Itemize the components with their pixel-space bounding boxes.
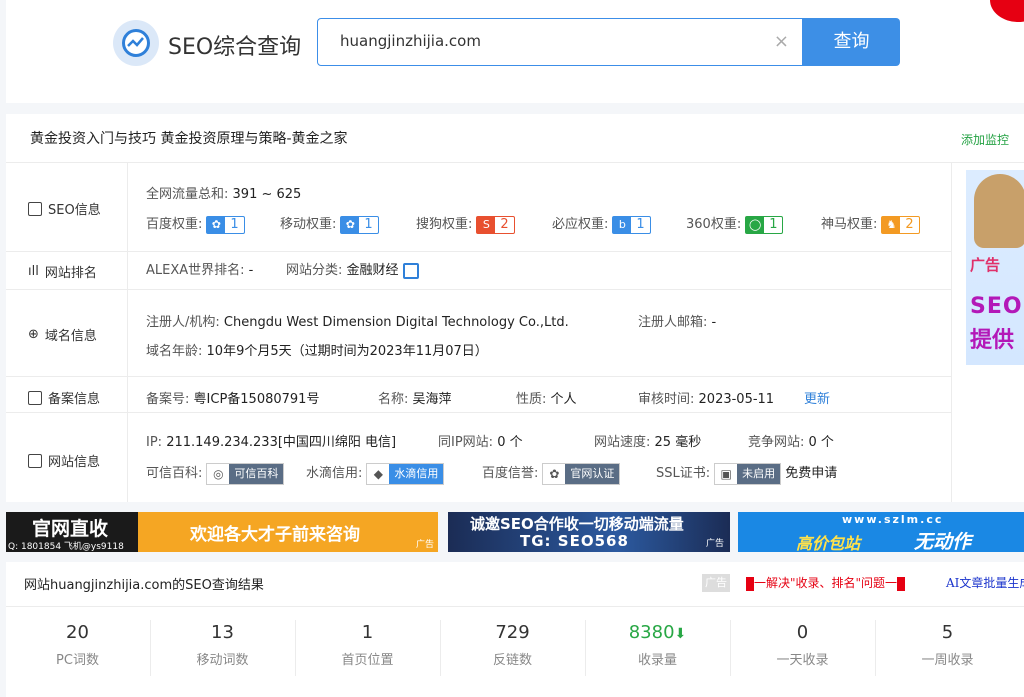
- compete-sites: 竞争网站: 0 个: [748, 435, 834, 450]
- kexin[interactable]: 可信百科: ◎ 可信百科: [146, 462, 285, 485]
- traffic-total: 全网流量总和: 391 ~ 625: [146, 187, 302, 202]
- stat-backlinks[interactable]: 729 反链数: [440, 622, 585, 668]
- ad-character-image: [974, 174, 1024, 248]
- search-input[interactable]: huangjinzhijia.com ×: [317, 18, 803, 66]
- stat-pc-words[interactable]: 20 PC词数: [5, 622, 150, 668]
- ad-text-blue[interactable]: AI文章批量生成: [946, 574, 1024, 591]
- ad-banner-1[interactable]: 官网直收 Q: 1801854 飞机@ys9118 欢迎各大才子前来咨询 广告: [6, 512, 438, 552]
- bar-chart-icon: ıll: [28, 264, 39, 279]
- site-speed: 网站速度: 25 毫秒: [594, 435, 702, 450]
- stat-home-position[interactable]: 1 首页位置: [295, 622, 440, 668]
- result-title: 网站huangjinzhijia.com的SEO查询结果: [24, 578, 264, 593]
- add-monitor-link[interactable]: 添加监控: [961, 131, 1009, 148]
- ad-banner-2[interactable]: 诚邀SEO合作收一切移动端流量 TG: SEO568 广告: [448, 512, 730, 552]
- alexa-rank: ALEXA世界排名: -: [146, 263, 254, 278]
- side-ad[interactable]: 广告 SEO 提供: [966, 170, 1024, 365]
- ad-text-red[interactable]: 一解决"收录、排名"问题一: [746, 574, 906, 591]
- beian-label: 备案信息: [28, 388, 100, 407]
- ring-icon: ◯: [746, 216, 765, 233]
- update-link[interactable]: 更新: [804, 388, 830, 407]
- weight-mobile[interactable]: 移动权重: ✿ 1: [280, 213, 379, 234]
- beian-number: 备案号: 粤ICP备15080791号: [146, 392, 320, 407]
- stat-week-indexed[interactable]: 5 一周收录: [875, 622, 1020, 668]
- rank-label: ıll 网站排名: [28, 264, 97, 281]
- record-icon: [28, 390, 42, 405]
- weight-bing[interactable]: 必应权重: b 1: [552, 213, 651, 234]
- ad-tag: 广告: [702, 574, 730, 592]
- shield-icon: ▣: [720, 466, 732, 481]
- ad-banners: 官网直收 Q: 1801854 飞机@ys9118 欢迎各大才子前来咨询 广告 …: [0, 512, 1024, 552]
- baidu-credit[interactable]: 百度信誉: ✿ 官网认证: [482, 462, 621, 485]
- stat-mobile-words[interactable]: 13 移动词数: [150, 622, 295, 668]
- bing-icon: b: [613, 216, 632, 233]
- horse-icon: ♞: [882, 216, 901, 233]
- beian-review-time: 审核时间: 2023-05-11: [638, 392, 775, 407]
- site-category: 网站分类: 金融财经: [286, 259, 419, 279]
- search-input-value[interactable]: huangjinzhijia.com: [340, 32, 481, 50]
- weight-baidu[interactable]: 百度权重: ✿ 1: [146, 213, 245, 234]
- weight-shenma[interactable]: 神马权重: ♞ 2: [821, 213, 920, 234]
- kexin-icon: ◎: [213, 466, 224, 481]
- ip-address: IP: 211.149.234.233[中国四川绵阳 电信]: [146, 435, 397, 450]
- document-icon: [28, 201, 42, 216]
- clear-icon[interactable]: ×: [774, 31, 789, 52]
- site-info-card: 黄金投资入门与技巧 黄金投资原理与策略-黄金之家 添加监控 SEO信息 全网流量…: [6, 114, 1024, 502]
- globe-icon: ⊕: [28, 327, 39, 342]
- stat-day-indexed[interactable]: 0 一天收录: [730, 622, 875, 668]
- down-arrow-icon: ⬇: [674, 626, 687, 642]
- beian-nature: 性质: 个人: [516, 392, 577, 407]
- seo-info-label: SEO信息: [28, 199, 101, 218]
- search-button[interactable]: 查询: [803, 18, 900, 66]
- registrant: 注册人/机构: Chengdu West Dimension Digital T…: [146, 315, 569, 330]
- info-icon: [28, 453, 42, 468]
- shuidi[interactable]: 水滴信用: ◆ 水滴信用: [306, 462, 445, 485]
- paw-icon: ✿: [341, 216, 360, 233]
- edit-icon[interactable]: [402, 262, 419, 279]
- weight-360[interactable]: 360权重: ◯ 1: [686, 213, 784, 234]
- beian-name: 名称: 吴海萍: [378, 392, 452, 407]
- paw-icon: ✿: [549, 466, 560, 481]
- weight-sogou[interactable]: 搜狗权重: S 2: [416, 213, 515, 234]
- same-ip-sites: 同IP网站: 0 个: [438, 435, 523, 450]
- ssl-free-link[interactable]: 免费申请: [785, 466, 837, 481]
- domain-age: 域名年龄: 10年9个月5天（过期时间为2023年11月07日）: [146, 344, 488, 359]
- domain-label: ⊕ 域名信息: [28, 327, 97, 344]
- seo-result-card: 网站huangjinzhijia.com的SEO查询结果 广告 一解决"收录、排…: [6, 562, 1024, 697]
- siteinfo-label: 网站信息: [28, 451, 100, 470]
- ad-banner-3[interactable]: www.szlm.cc 高价包站 无动作: [738, 512, 1024, 552]
- sogou-icon: S: [477, 216, 496, 233]
- registrant-email: 注册人邮箱: -: [638, 315, 717, 330]
- app-title: SEO综合查询: [168, 35, 302, 60]
- site-title: 黄金投资入门与技巧 黄金投资原理与策略-黄金之家: [30, 131, 348, 147]
- water-drop-icon: ◆: [373, 466, 383, 481]
- seo-logo-icon: [113, 20, 159, 66]
- stat-indexed[interactable]: 8380⬇ 收录量: [585, 622, 730, 668]
- ssl-cert[interactable]: SSL证书: ▣ 未启用 免费申请: [656, 462, 837, 485]
- paw-icon: ✿: [207, 216, 226, 233]
